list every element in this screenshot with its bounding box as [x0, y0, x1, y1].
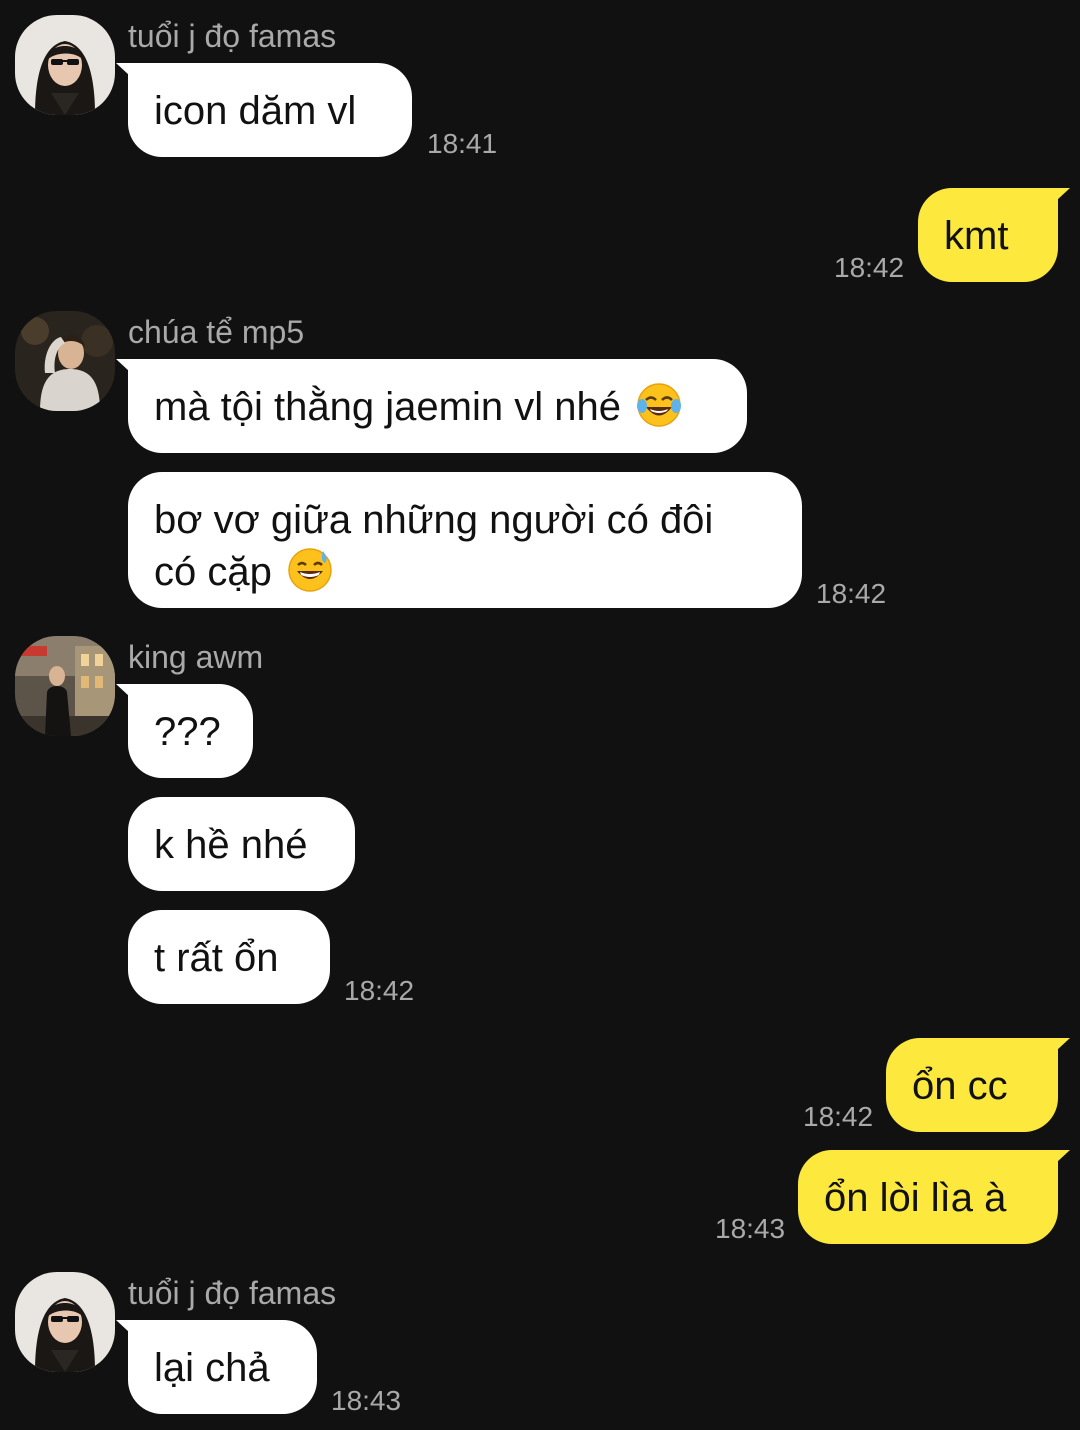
message-time: 18:43 [715, 1213, 786, 1244]
message-bubble[interactable]: icon dăm vl [116, 63, 412, 157]
sender-name: chúa tể mp5 [128, 314, 305, 350]
message-bubble[interactable]: k hề nhé [128, 797, 355, 891]
bubble-tail [116, 684, 142, 708]
message-text: ổn cc [912, 1064, 1008, 1108]
message-time: 18:42 [834, 252, 905, 283]
message-bubble[interactable]: t rất ổn [128, 910, 330, 1004]
message-time: 18:41 [427, 128, 498, 159]
message-bubble[interactable]: ??? [116, 684, 253, 778]
bubble-tail [116, 63, 142, 87]
message-time: 18:42 [803, 1101, 874, 1132]
chat-screen: { "colors": { "background": "#111111", "… [0, 0, 1080, 1430]
bubble-tail [1044, 1038, 1070, 1062]
message-bubble[interactable]: bơ vơ giữa những người có đôi có cặp [128, 472, 802, 608]
avatar-tuoi-j-do-famas[interactable] [15, 15, 115, 115]
message-bubble-outgoing[interactable]: kmt [918, 188, 1070, 282]
girl-sunglasses-avatar-icon [15, 15, 115, 115]
sender-name: tuổi j đọ famas [128, 18, 337, 54]
grinning-face-with-sweat-icon [288, 548, 332, 592]
bubble-tail [116, 359, 142, 383]
message-text: k hề nhé [154, 823, 308, 867]
message-bubble[interactable]: lại chả [116, 1320, 317, 1414]
message-text: kmt [944, 214, 1009, 258]
message-time: 18:43 [331, 1385, 402, 1416]
street-photo-avatar-icon [15, 636, 115, 736]
message-text: mà tội thằng jaemin vl nhé [154, 385, 621, 429]
avatar-king-awm[interactable] [15, 636, 115, 736]
message-text-line-2: có cặp [154, 550, 272, 594]
sender-name: tuổi j đọ famas [128, 1275, 337, 1311]
message-text: lại chả [154, 1346, 270, 1390]
message-bubble[interactable]: mà tội thằng jaemin vl nhé [116, 359, 747, 453]
message-text: t rất ổn [154, 936, 279, 980]
face-with-tears-of-joy-icon [637, 383, 682, 427]
bubble-tail [116, 1320, 142, 1344]
message-bubble-outgoing[interactable]: ổn lòi lìa à [798, 1150, 1070, 1244]
sender-name: king awm [128, 639, 264, 675]
bubble-tail [1044, 1150, 1070, 1174]
bubble-tail [1044, 188, 1070, 212]
message-text: ổn lòi lìa à [824, 1176, 1007, 1220]
message-time: 18:42 [816, 578, 887, 609]
message-text-line-1: bơ vơ giữa những người có đôi [154, 498, 714, 542]
avatar-tuoi-j-do-famas[interactable] [15, 1272, 115, 1372]
avatar-chua-te-mp5[interactable] [15, 311, 115, 411]
boy-hand-on-head-avatar-icon [15, 311, 115, 411]
message-bubble-outgoing[interactable]: ổn cc [886, 1038, 1070, 1132]
message-text: icon dăm vl [154, 89, 357, 133]
message-time: 18:42 [344, 975, 415, 1006]
message-text: ??? [154, 710, 221, 754]
girl-sunglasses-avatar-icon [15, 1272, 115, 1372]
